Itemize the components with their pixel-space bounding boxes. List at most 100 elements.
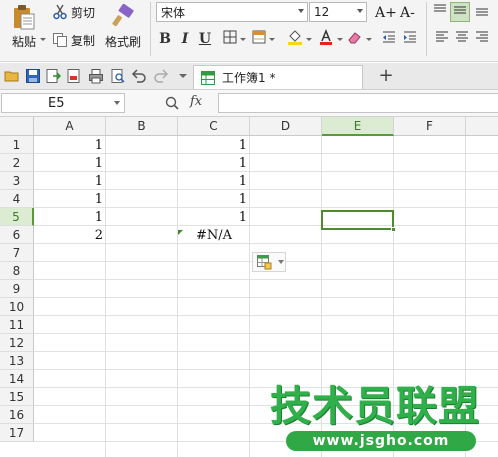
- pdf-icon[interactable]: [66, 68, 82, 84]
- row-header-4[interactable]: 4: [0, 190, 34, 208]
- align-bottom-icon: [475, 3, 489, 21]
- row-header-17[interactable]: 17: [0, 424, 34, 442]
- row-header-1[interactable]: 1: [0, 136, 34, 154]
- print-icon[interactable]: [88, 68, 104, 84]
- font-size-select[interactable]: 12: [309, 2, 367, 22]
- name-box[interactable]: E5: [1, 93, 125, 113]
- decrease-indent-button[interactable]: [381, 30, 397, 48]
- align-left-button[interactable]: [434, 30, 450, 48]
- font-name-select[interactable]: 宋体: [156, 2, 308, 22]
- function-icon[interactable]: fx: [190, 94, 202, 109]
- zoom-lookup-icon[interactable]: [164, 95, 180, 111]
- row-header-14[interactable]: 14: [0, 370, 34, 388]
- name-box-value: E5: [48, 95, 65, 111]
- row-header-12[interactable]: 12: [0, 334, 34, 352]
- customize-dropdown-icon[interactable]: [175, 68, 191, 84]
- align-bottom-button[interactable]: [474, 3, 490, 21]
- italic-button[interactable]: I: [177, 30, 193, 48]
- row-header-9[interactable]: 9: [0, 280, 34, 298]
- print-preview-icon[interactable]: [110, 68, 126, 84]
- cell-c5[interactable]: 1: [178, 208, 250, 226]
- row-header-13[interactable]: 13: [0, 352, 34, 370]
- align-right-icon: [475, 30, 489, 48]
- align-center-button[interactable]: [454, 30, 470, 48]
- error-indicator-icon[interactable]: [178, 230, 183, 235]
- formula-input[interactable]: [218, 93, 498, 113]
- column-header-f[interactable]: F: [394, 117, 466, 136]
- increase-indent-button[interactable]: [402, 30, 418, 48]
- align-middle-icon: [453, 3, 467, 21]
- row-header-11[interactable]: 11: [0, 316, 34, 334]
- redo-icon[interactable]: [153, 68, 169, 84]
- paste-options-button[interactable]: [252, 252, 286, 272]
- row-header-8[interactable]: 8: [0, 262, 34, 280]
- align-right-button[interactable]: [474, 30, 490, 48]
- format-painter-label: 格式刷: [104, 35, 141, 49]
- italic-icon: I: [181, 31, 189, 47]
- watermark-title: 技术员联盟: [270, 382, 480, 430]
- cut-label: 剪切: [71, 5, 96, 20]
- bold-icon: B: [159, 31, 171, 47]
- row-header-5[interactable]: 5: [0, 208, 34, 226]
- row-header-16[interactable]: 16: [0, 406, 34, 424]
- select-all-corner[interactable]: [0, 117, 34, 136]
- underline-button[interactable]: U: [197, 30, 213, 48]
- cell-c2[interactable]: 1: [178, 154, 250, 172]
- border-button[interactable]: [222, 30, 238, 48]
- undo-icon[interactable]: [131, 68, 147, 84]
- column-header-c[interactable]: C: [178, 117, 250, 136]
- cell-a6[interactable]: 2: [34, 226, 106, 244]
- column-header-e[interactable]: E: [322, 117, 394, 136]
- save-icon[interactable]: [25, 68, 41, 84]
- clear-format-button[interactable]: [347, 30, 363, 48]
- export-icon[interactable]: [45, 68, 62, 84]
- cut-button[interactable]: 剪切: [52, 2, 95, 22]
- cell-a1[interactable]: 1: [34, 136, 106, 154]
- column-header-d[interactable]: D: [250, 117, 322, 136]
- font-color-dropdown-icon[interactable]: [337, 38, 343, 41]
- cell-a5[interactable]: 1: [34, 208, 106, 226]
- cell-style-dropdown-icon[interactable]: [269, 38, 275, 41]
- format-painter-button[interactable]: 格式刷: [102, 2, 144, 56]
- bold-button[interactable]: B: [157, 30, 173, 48]
- column-header-b[interactable]: B: [106, 117, 178, 136]
- gridline: [34, 369, 498, 370]
- clear-format-dropdown-icon[interactable]: [366, 38, 372, 41]
- row-header-15[interactable]: 15: [0, 388, 34, 406]
- border-dropdown-icon[interactable]: [240, 38, 246, 41]
- row-header-2[interactable]: 2: [0, 154, 34, 172]
- cell-a4[interactable]: 1: [34, 190, 106, 208]
- gridline: [34, 333, 498, 334]
- cell-c1[interactable]: 1: [178, 136, 250, 154]
- cell-e5-selection[interactable]: [321, 210, 396, 232]
- row-header-10[interactable]: 10: [0, 298, 34, 316]
- grow-font-button[interactable]: A+: [375, 3, 397, 23]
- cell-c4[interactable]: 1: [178, 190, 250, 208]
- cell-style-button[interactable]: [251, 30, 267, 48]
- new-tab-button[interactable]: +: [378, 67, 394, 85]
- font-color-button[interactable]: [318, 28, 334, 48]
- copy-button[interactable]: 复制: [52, 30, 95, 50]
- chevron-down-icon: [298, 9, 304, 13]
- column-header-a[interactable]: A: [34, 117, 106, 136]
- fill-color-button[interactable]: [287, 30, 303, 48]
- paste-options-icon: [256, 254, 272, 270]
- fill-handle[interactable]: [391, 227, 396, 232]
- row-header-6[interactable]: 6: [0, 226, 34, 244]
- paste-button[interactable]: 粘贴: [4, 2, 44, 56]
- cell-c6[interactable]: #N/A: [178, 226, 250, 244]
- align-top-button[interactable]: [432, 3, 448, 21]
- quick-access-bar: 工作簿1 * +: [0, 63, 498, 90]
- cell-a3[interactable]: 1: [34, 172, 106, 190]
- paste-dropdown-icon[interactable]: [40, 38, 46, 41]
- open-folder-icon[interactable]: [4, 68, 20, 84]
- align-middle-button[interactable]: [450, 2, 470, 22]
- fill-color-dropdown-icon[interactable]: [306, 38, 312, 41]
- column-header-g[interactable]: [466, 117, 498, 136]
- row-header-3[interactable]: 3: [0, 172, 34, 190]
- cell-a2[interactable]: 1: [34, 154, 106, 172]
- cell-c3[interactable]: 1: [178, 172, 250, 190]
- shrink-font-button[interactable]: A-: [400, 3, 415, 23]
- row-header-7[interactable]: 7: [0, 244, 34, 262]
- document-tab[interactable]: 工作簿1 *: [193, 65, 363, 89]
